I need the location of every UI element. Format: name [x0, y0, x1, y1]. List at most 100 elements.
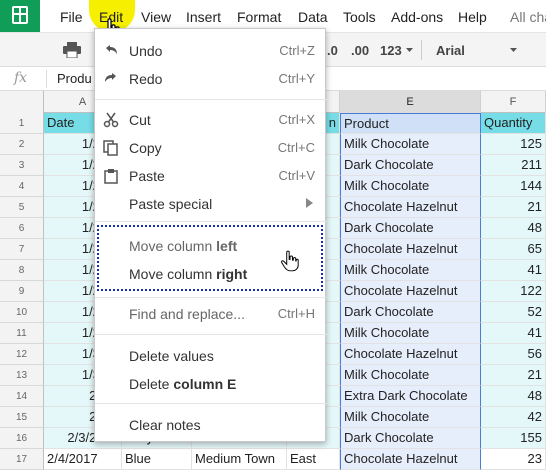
header-cell-product[interactable]: Product	[340, 113, 481, 134]
row-number[interactable]: 9	[0, 281, 44, 302]
last-edit-status[interactable]: All cha	[510, 9, 546, 25]
row-number[interactable]: 11	[0, 323, 44, 344]
quantity-cell[interactable]: 21	[481, 365, 546, 386]
date-cell[interactable]: 2/4/2017	[44, 449, 122, 470]
menu-item-paste-special[interactable]: Paste special	[95, 189, 327, 217]
menu-view[interactable]: View	[141, 9, 171, 25]
print-icon[interactable]	[63, 42, 81, 58]
product-cell[interactable]: Milk Chocolate	[340, 134, 481, 155]
menu-item-paste[interactable]: Paste Ctrl+V	[95, 161, 327, 189]
quantity-cell[interactable]: 21	[481, 197, 546, 218]
row-number[interactable]: 4	[0, 176, 44, 197]
quantity-cell[interactable]: 52	[481, 302, 546, 323]
select-all-corner[interactable]	[0, 91, 44, 113]
menu-item-delete-column[interactable]: Delete column E	[95, 369, 327, 397]
row-number[interactable]: 8	[0, 260, 44, 281]
quantity-cell[interactable]: 122	[481, 281, 546, 302]
quantity-cell[interactable]: 48	[481, 386, 546, 407]
table-row: 17 2/4/2017 Blue Medium Town East Chocolate H…	[0, 449, 546, 470]
menu-insert[interactable]: Insert	[186, 9, 221, 25]
product-cell[interactable]: Dark Chocolate	[340, 155, 481, 176]
row-number[interactable]: 12	[0, 344, 44, 365]
cell-c[interactable]: Medium Town	[192, 449, 287, 470]
row-number[interactable]: 10	[0, 302, 44, 323]
toolbar-divider	[421, 40, 422, 60]
quantity-cell[interactable]: 211	[481, 155, 546, 176]
row-number[interactable]: 2	[0, 134, 44, 155]
cell-d[interactable]: East	[287, 449, 340, 470]
row-number[interactable]: 6	[0, 218, 44, 239]
row-number[interactable]: 13	[0, 365, 44, 386]
row-number[interactable]: 7	[0, 239, 44, 260]
column-header-e[interactable]: E	[340, 91, 481, 113]
product-cell[interactable]: Chocolate Hazelnut	[340, 281, 481, 302]
product-cell[interactable]: Milk Chocolate	[340, 260, 481, 281]
row-number[interactable]: 17	[0, 449, 44, 470]
quantity-cell[interactable]: 56	[481, 344, 546, 365]
menu-addons[interactable]: Add-ons	[391, 9, 443, 25]
product-cell[interactable]: Extra Dark Chocolate	[340, 386, 481, 407]
quantity-cell[interactable]: 48	[481, 218, 546, 239]
product-cell[interactable]: Chocolate Hazelnut	[340, 239, 481, 260]
quantity-cell[interactable]: 42	[481, 407, 546, 428]
product-cell[interactable]: Milk Chocolate	[340, 365, 481, 386]
product-cell[interactable]: Milk Chocolate	[340, 407, 481, 428]
menu-data[interactable]: Data	[298, 9, 328, 25]
more-formats-button[interactable]: 123	[380, 43, 402, 58]
shortcut-label: Ctrl+Z	[279, 43, 315, 58]
menu-tools[interactable]: Tools	[343, 9, 376, 25]
menu-item-label: Find and replace...	[129, 306, 245, 322]
quantity-cell[interactable]: 41	[481, 323, 546, 344]
menu-file[interactable]: File	[60, 9, 83, 25]
menu-item-delete-values[interactable]: Delete values	[95, 341, 327, 369]
quantity-cell[interactable]: 41	[481, 260, 546, 281]
product-cell[interactable]: Chocolate Hazelnut	[340, 344, 481, 365]
quantity-cell[interactable]: 155	[481, 428, 546, 449]
menu-item-redo[interactable]: Redo Ctrl+Y	[95, 64, 327, 92]
menu-item-undo[interactable]: Undo Ctrl+Z	[95, 36, 327, 64]
product-cell[interactable]: Milk Chocolate	[340, 176, 481, 197]
row-number[interactable]: 5	[0, 197, 44, 218]
quantity-cell[interactable]: 144	[481, 176, 546, 197]
sheets-logo-icon[interactable]	[0, 0, 40, 32]
product-cell[interactable]: Dark Chocolate	[340, 428, 481, 449]
fx-icon: fx	[14, 70, 28, 86]
menu-item-copy[interactable]: Copy Ctrl+C	[95, 133, 327, 161]
row-number[interactable]: 14	[0, 386, 44, 407]
decrease-decimal-button[interactable]: .0	[327, 43, 338, 58]
quantity-cell[interactable]: 23	[481, 449, 546, 470]
shortcut-label: Ctrl+V	[278, 168, 315, 183]
header-cell-quantity[interactable]: Quantity	[481, 113, 546, 134]
font-select[interactable]: Arial	[436, 43, 465, 58]
label-bold: right	[216, 266, 248, 282]
formula-input[interactable]: Produ	[57, 71, 92, 86]
menu-divider	[95, 99, 327, 100]
menu-item-cut[interactable]: Cut Ctrl+X	[95, 105, 327, 133]
product-cell[interactable]: Chocolate Hazelnut	[340, 197, 481, 218]
row-number[interactable]: 3	[0, 155, 44, 176]
submenu-arrow-icon	[306, 198, 313, 208]
row-number[interactable]: 16	[0, 428, 44, 449]
menu-item-find-replace[interactable]: Find and replace... Ctrl+H	[95, 299, 327, 327]
row-number[interactable]: 1	[0, 113, 44, 134]
label-bold: column E	[173, 376, 237, 392]
menu-item-clear-notes[interactable]: Clear notes	[95, 410, 327, 438]
menu-item-label: Move column left	[129, 238, 237, 254]
column-header-f[interactable]: F	[481, 91, 546, 113]
menu-help[interactable]: Help	[458, 9, 487, 25]
shortcut-label: Ctrl+H	[277, 306, 315, 321]
edit-menu: Undo Ctrl+Z Redo Ctrl+Y Cut Ctrl+X Copy …	[94, 28, 327, 442]
quantity-cell[interactable]: 65	[481, 239, 546, 260]
product-cell[interactable]: Dark Chocolate	[340, 218, 481, 239]
shortcut-label: Ctrl+Y	[278, 71, 315, 86]
cell-b[interactable]: Blue	[122, 449, 192, 470]
increase-decimal-button[interactable]: .00	[351, 43, 369, 58]
product-cell[interactable]: Milk Chocolate	[340, 323, 481, 344]
row-number[interactable]: 15	[0, 407, 44, 428]
redo-icon	[105, 73, 116, 82]
menu-divider	[95, 297, 327, 298]
product-cell[interactable]: Chocolate Hazelnut	[340, 449, 481, 470]
menu-format[interactable]: Format	[237, 9, 281, 25]
product-cell[interactable]: Dark Chocolate	[340, 302, 481, 323]
quantity-cell[interactable]: 125	[481, 134, 546, 155]
